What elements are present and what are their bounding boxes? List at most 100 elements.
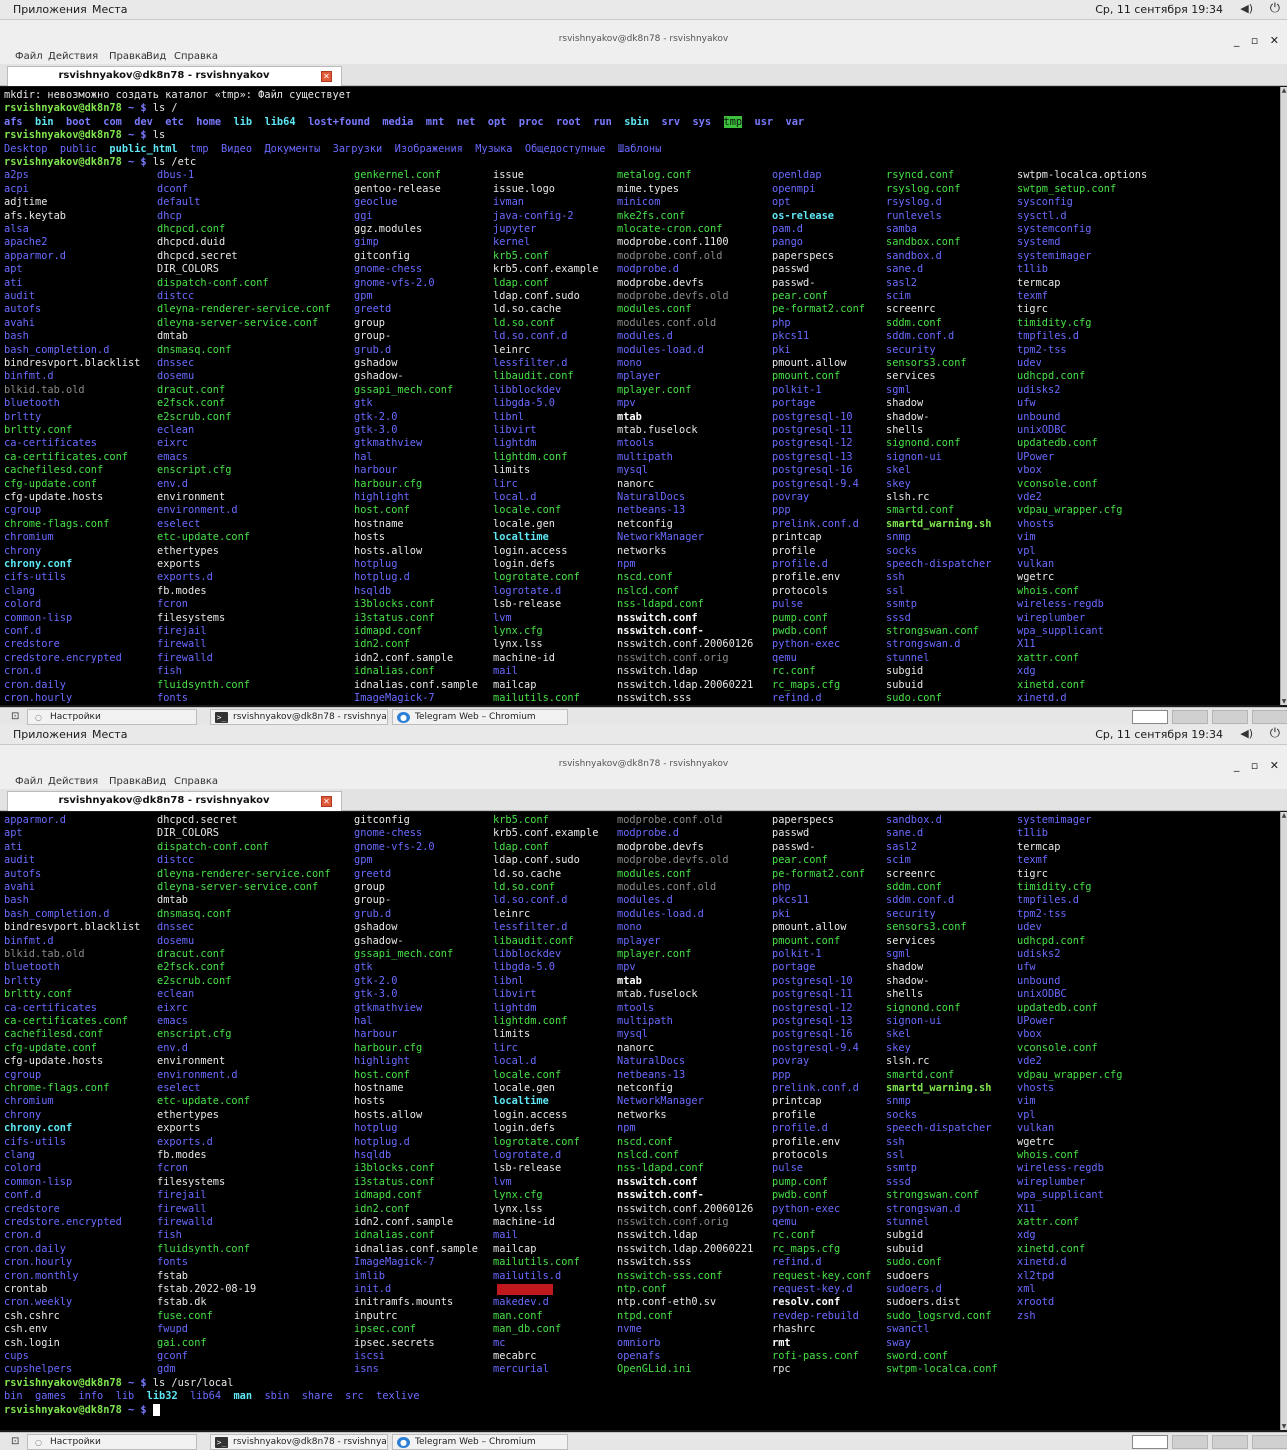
etc-entry: modules.d [617, 330, 673, 343]
etc-entry: nsswitch-sss.conf [617, 1269, 723, 1282]
tab-terminal[interactable]: rsvishnyakov@dk8n78 - rsvishnyakov ✕ [7, 66, 342, 86]
window-controls[interactable]: _ ▫ ✕ [1234, 34, 1283, 47]
places-menu[interactable]: Места [92, 3, 127, 16]
etc-entry: gconf [157, 1350, 188, 1362]
output-token [221, 1390, 233, 1402]
show-desktop-icon[interactable]: ⊡ [11, 711, 19, 722]
etc-entry: idnalias.conf [354, 665, 435, 678]
workspace-2[interactable] [1172, 710, 1208, 724]
menu-help[interactable]: Справка [174, 51, 218, 62]
etc-entry: csh.cshrc [4, 1309, 60, 1322]
etc-entry: dnsmasq.conf [157, 907, 232, 920]
task-settings[interactable]: ○ Настройки [27, 1434, 197, 1450]
output-token: public_html [109, 142, 178, 155]
task-terminal[interactable]: >_ rsvishnyakov@dk8n78 - rsvishnya... [210, 1434, 388, 1450]
etc-entry: ld.so.conf.d [493, 894, 568, 907]
window-controls[interactable]: _ ▫ ✕ [1234, 759, 1283, 772]
scroll-up-icon[interactable]: ▲ [1281, 812, 1287, 819]
panel-clock[interactable]: Ср, 11 сентября 19:34 [1095, 728, 1223, 741]
output-token: bin [4, 1390, 23, 1403]
menu-edit[interactable]: Правка [109, 776, 147, 787]
menu-view[interactable]: Вид [146, 51, 166, 62]
output-token: lib [233, 115, 253, 128]
power-icon[interactable]: ⏻ [1270, 1, 1280, 16]
places-menu[interactable]: Места [92, 728, 127, 741]
etc-entry: dracut.conf [157, 383, 226, 396]
etc-entry: lirc [493, 477, 518, 490]
workspace-3[interactable] [1212, 710, 1248, 724]
etc-entry: postgresql-16 [772, 464, 853, 477]
power-icon[interactable]: ⏻ [1270, 726, 1280, 741]
menu-help[interactable]: Справка [174, 776, 218, 787]
etc-entry: pmount.conf [772, 370, 841, 383]
etc-entry: pulse [772, 598, 803, 611]
close-icon[interactable]: ✕ [321, 796, 332, 807]
scroll-down-icon[interactable]: ▼ [1281, 698, 1287, 705]
speaker-icon[interactable]: ◀) [1240, 727, 1253, 740]
etc-entry: mtab [617, 410, 642, 423]
etc-entry: scim [886, 290, 911, 302]
scrollbar[interactable]: ▲ ▼ [1280, 87, 1287, 705]
etc-entry: passwd- [772, 276, 816, 289]
output-token [649, 116, 661, 128]
scrollbar[interactable]: ▲ ▼ [1280, 812, 1287, 1430]
tab-terminal[interactable]: rsvishnyakov@dk8n78 - rsvishnyakov ✕ [7, 791, 342, 811]
etc-entry: mlocate-cron.conf [617, 223, 723, 235]
applications-menu[interactable]: Приложения [13, 3, 87, 16]
output-token [97, 143, 109, 155]
task-terminal[interactable]: >_ rsvishnyakov@dk8n78 - rsvishnya... [210, 709, 388, 725]
etc-entry: udev [1017, 921, 1042, 934]
output-token [252, 1390, 264, 1402]
etc-entry: bash_completion.d [4, 907, 110, 920]
workspace-2[interactable] [1172, 1435, 1208, 1449]
task-browser[interactable]: ● Telegram Web – Chromium [392, 709, 568, 725]
etc-entry: profile.env [772, 1135, 841, 1148]
etc-entry: machine-id [493, 1216, 555, 1228]
menu-edit[interactable]: Правка [109, 51, 147, 62]
etc-entry: kernel [493, 236, 531, 249]
terminal-output[interactable]: mkdir: невозможно создать каталог «tmp»:… [0, 87, 1280, 705]
etc-entry: modprobe.devfs.old [617, 290, 729, 302]
menu-actions[interactable]: Действия [48, 51, 98, 62]
workspace-1[interactable] [1132, 1435, 1168, 1449]
show-desktop-icon[interactable]: ⊡ [11, 1436, 19, 1447]
etc-entry: hostname [354, 517, 404, 530]
etc-entry: e2scrub.conf [157, 410, 232, 423]
etc-entry: e2fsck.conf [157, 961, 226, 974]
etc-entry: credstore.encrypted [4, 1216, 122, 1228]
workspace-3[interactable] [1212, 1435, 1248, 1449]
etc-entry: iscsi [354, 1350, 385, 1362]
etc-entry: ldap.conf.sudo [493, 290, 580, 302]
output-token: proc [518, 115, 544, 128]
tab-bar: rsvishnyakov@dk8n78 - rsvishnyakov ✕ [0, 789, 1287, 811]
task-settings[interactable]: ○ Настройки [27, 709, 197, 725]
etc-entry: vhosts [1017, 517, 1055, 530]
etc-entry: ethertypes [157, 544, 219, 557]
etc-entry: modules.conf [617, 303, 692, 316]
workspace-4[interactable] [1252, 1435, 1287, 1449]
terminal-output[interactable]: apparmor.d apt ati audit autofs avahi bash bash… [0, 812, 1280, 1430]
applications-menu[interactable]: Приложения [13, 728, 87, 741]
menu-file[interactable]: Файл [15, 51, 43, 62]
panel-clock[interactable]: Ср, 11 сентября 19:34 [1095, 3, 1223, 16]
etc-entry: dispatch-conf.conf [157, 276, 269, 289]
output-token [364, 1390, 376, 1402]
prompt-tail: ~ $ [121, 156, 153, 168]
scroll-up-icon[interactable]: ▲ [1281, 87, 1287, 94]
workspace-1[interactable] [1132, 710, 1168, 724]
menu-view[interactable]: Вид [146, 776, 166, 787]
etc-entry: bluetooth [4, 397, 60, 410]
menu-file[interactable]: Файл [15, 776, 43, 787]
close-icon[interactable]: ✕ [321, 71, 332, 82]
etc-entry: tigrc [1017, 303, 1048, 316]
etc-entry: credstore [4, 638, 60, 651]
task-browser[interactable]: ● Telegram Web – Chromium [392, 1434, 568, 1450]
workspace-4[interactable] [1252, 710, 1287, 724]
etc-entry: nanorc [617, 1041, 655, 1054]
speaker-icon[interactable]: ◀) [1240, 2, 1253, 15]
scroll-down-icon[interactable]: ▼ [1281, 1423, 1287, 1430]
menu-actions[interactable]: Действия [48, 776, 98, 787]
etc-entry: texmf [1017, 854, 1048, 867]
etc-entry: ntpd.conf [617, 1309, 673, 1322]
etc-entry: smartd_warning.sh [886, 1082, 992, 1094]
